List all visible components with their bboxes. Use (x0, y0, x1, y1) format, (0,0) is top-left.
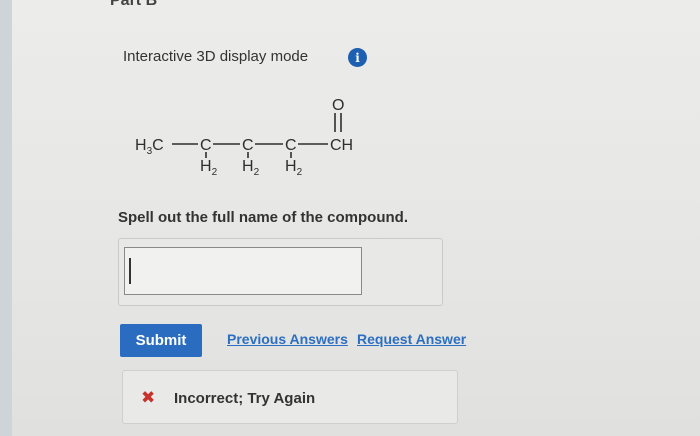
h2-label-2: H2 (242, 158, 260, 178)
submit-button[interactable]: Submit (120, 324, 202, 357)
carbon-label-3: C (285, 137, 297, 154)
info-icon[interactable]: i (348, 48, 367, 67)
h3c-label: H3C (135, 137, 164, 157)
text-caret (129, 258, 131, 284)
request-answer-link[interactable]: Request Answer (357, 331, 466, 347)
h2-label-1: H2 (200, 158, 218, 178)
left-edge-strip (0, 0, 12, 436)
compound-structure: H3C C C C CH H2 H2 H2 O (135, 97, 353, 178)
feedback-text: Incorrect; Try Again (174, 390, 316, 407)
previous-answers-link[interactable]: Previous Answers (227, 331, 348, 347)
question-prompt: Spell out the full name of the compound. (118, 209, 408, 226)
answer-input[interactable] (124, 247, 362, 295)
carbon-label-2: C (242, 137, 254, 154)
oxygen-label: O (332, 97, 344, 114)
display-mode-label: Interactive 3D display mode (123, 48, 309, 65)
carbon-label-1: C (200, 137, 212, 154)
part-header: Part B (110, 0, 158, 9)
ch-label: CH (330, 137, 353, 154)
incorrect-x-icon: ✖ (141, 388, 156, 407)
h2-label-3: H2 (285, 158, 303, 178)
